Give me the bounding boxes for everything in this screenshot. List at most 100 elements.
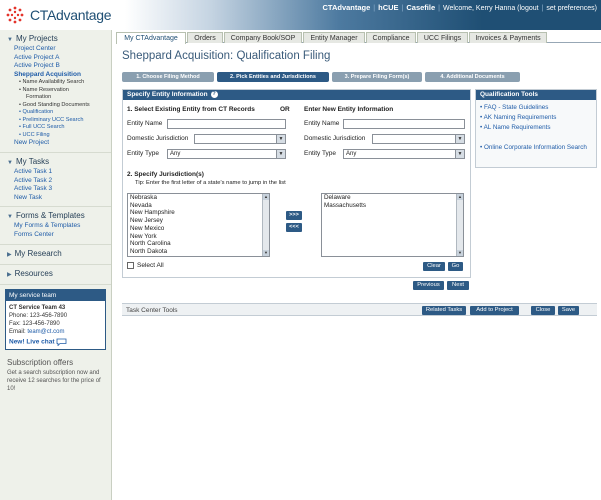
my-forms-link[interactable]: My Forms & Templates	[7, 222, 106, 231]
subitem-name-reservation[interactable]: • Name Reservation	[7, 87, 106, 95]
team-email-link[interactable]: team@ct.com	[27, 329, 64, 335]
projects-heading[interactable]: ▼ My Projects	[7, 34, 106, 43]
nav-ctadvantage[interactable]: CTAdvantage	[323, 3, 371, 12]
subitem-qualification[interactable]: • Qualification	[7, 109, 106, 117]
subitem-preliminary-ucc[interactable]: • Preliminary UCC Search	[7, 117, 106, 125]
chevron-down-icon[interactable]: ▼	[455, 135, 464, 143]
logout-link[interactable]: logout	[520, 5, 539, 12]
sidebar-project-center[interactable]: Project Center	[7, 45, 106, 54]
nav-casefile[interactable]: Casefile	[406, 3, 435, 12]
list-item[interactable]: New Hampshire	[128, 209, 269, 217]
select-all-label: Select All	[137, 262, 164, 269]
tab-entity-manager[interactable]: Entity Manager	[303, 32, 365, 43]
save-button[interactable]: Save	[558, 306, 579, 315]
new-jurisdiction-label: Domestic Jurisdiction	[304, 135, 366, 142]
panel-header: Specify Entity Information?	[123, 90, 470, 100]
previous-button[interactable]: Previous	[413, 281, 444, 290]
list-item[interactable]: Delaware	[322, 194, 463, 202]
forms-center-link[interactable]: Forms Center	[7, 231, 106, 240]
subitem-full-ucc[interactable]: • Full UCC Search	[7, 124, 106, 132]
selected-states-list[interactable]: Delaware Massachusetts ▲ ▼	[321, 193, 464, 257]
tools-title: Qualification Tools	[476, 90, 596, 100]
existing-name-label: Entity Name	[127, 120, 163, 127]
tab-ucc-filings[interactable]: UCC Filings	[417, 32, 468, 43]
collapse-arrow-icon[interactable]: ▼	[7, 214, 13, 220]
related-tasks-button[interactable]: Related Tasks	[422, 306, 466, 315]
chevron-down-icon[interactable]: ▼	[276, 135, 285, 143]
tool-link-ak[interactable]: • AK Naming Requirements	[480, 114, 556, 123]
add-states-button[interactable]: >>>	[286, 211, 302, 220]
page-title: Sheppard Acquisition: Qualification Fili…	[122, 50, 331, 62]
subitem-good-standing[interactable]: • Good Standing Documents	[7, 102, 106, 110]
expand-arrow-icon[interactable]: ▶	[7, 252, 12, 258]
existing-entity-name-input[interactable]	[167, 119, 286, 129]
new-task-link[interactable]: New Task	[7, 194, 106, 203]
team-email-row: Email: team@ct.com	[9, 328, 65, 335]
chevron-down-icon[interactable]: ▼	[455, 150, 464, 158]
remove-states-button[interactable]: <<<	[286, 223, 302, 232]
scroll-up-icon[interactable]: ▲	[263, 194, 269, 200]
tab-company-book[interactable]: Company Book/SOP	[224, 32, 302, 43]
new-project-link[interactable]: New Project	[7, 139, 106, 148]
scroll-up-icon[interactable]: ▲	[457, 194, 463, 200]
new-entity-name-input[interactable]	[343, 119, 465, 129]
service-team-body: CT Service Team 43 Phone: 123-456-7890 F…	[6, 301, 105, 350]
collapse-arrow-icon[interactable]: ▼	[7, 160, 13, 166]
list-item[interactable]: North Dakota	[128, 248, 269, 256]
scrollbar[interactable]: ▲ ▼	[456, 194, 463, 256]
step-1[interactable]: 1. Choose Filing Method	[122, 72, 214, 82]
existing-jurisdiction-select[interactable]: ▼	[194, 134, 286, 144]
list-item[interactable]: Nebraska	[128, 194, 269, 202]
help-icon[interactable]: ?	[210, 90, 218, 98]
list-item[interactable]: New Jersey	[128, 217, 269, 225]
sidebar-project-b[interactable]: Active Project B	[7, 62, 106, 71]
list-item[interactable]: New York	[128, 233, 269, 241]
scroll-down-icon[interactable]: ▼	[457, 250, 463, 256]
tab-compliance[interactable]: Compliance	[366, 32, 416, 43]
nav-hcue[interactable]: hCUE	[378, 3, 398, 12]
chevron-down-icon[interactable]: ▼	[276, 150, 285, 158]
live-chat-link[interactable]: New! Live chat	[9, 338, 55, 345]
next-button[interactable]: Next	[447, 281, 469, 290]
select-all-checkbox[interactable]	[127, 262, 134, 269]
list-item[interactable]: New Mexico	[128, 225, 269, 233]
step-4[interactable]: 4. Additional Documents	[425, 72, 520, 82]
sidebar-project-a[interactable]: Active Project A	[7, 54, 106, 63]
task-1-link[interactable]: Active Task 1	[7, 168, 106, 177]
tab-orders[interactable]: Orders	[187, 32, 223, 43]
step-2-active[interactable]: 2. Pick Entities and Jurisdictions	[217, 72, 329, 82]
task-3-link[interactable]: Active Task 3	[7, 185, 106, 194]
list-item[interactable]: Massachusetts	[322, 202, 463, 210]
research-heading[interactable]: ▶ My Research	[7, 249, 106, 258]
collapse-arrow-icon[interactable]: ▼	[7, 37, 13, 43]
tool-link-faq[interactable]: • FAQ - State Guidelines	[480, 104, 548, 113]
forms-heading[interactable]: ▼ Forms & Templates	[7, 211, 106, 220]
subitem-name-availability[interactable]: • Name Availability Search	[7, 79, 106, 87]
tasks-heading[interactable]: ▼ My Tasks	[7, 157, 106, 166]
sidebar-project-sheppard[interactable]: Sheppard Acquisition	[7, 71, 106, 80]
list-item[interactable]: Nevada	[128, 202, 269, 210]
resources-heading[interactable]: ▶ Resources	[7, 269, 106, 278]
scroll-down-icon[interactable]: ▼	[263, 250, 269, 256]
existing-type-select[interactable]: Any ▼	[167, 149, 286, 159]
new-type-select[interactable]: Any ▼	[343, 149, 465, 159]
expand-arrow-icon[interactable]: ▶	[7, 272, 12, 278]
preferences-link[interactable]: set preferences	[546, 5, 594, 12]
chat-bubble-icon[interactable]	[56, 338, 67, 346]
tool-link-online-search[interactable]: • Online Corporate Information Search	[480, 144, 594, 153]
subitem-ucc-filing[interactable]: • UCC Filing	[7, 132, 106, 140]
add-to-project-button[interactable]: Add to Project	[470, 306, 519, 315]
close-button[interactable]: Close	[531, 306, 555, 315]
available-states-list[interactable]: Nebraska Nevada New Hampshire New Jersey…	[127, 193, 270, 257]
subitem-formation[interactable]: Formation	[7, 94, 106, 102]
go-button[interactable]: Go	[448, 262, 463, 271]
step-3[interactable]: 3. Prepare Filing Form(s)	[332, 72, 422, 82]
tab-my-ctadvantage[interactable]: My CTAdvantage	[116, 32, 186, 44]
task-2-link[interactable]: Active Task 2	[7, 177, 106, 186]
tool-link-al[interactable]: • AL Name Requirements	[480, 124, 551, 133]
new-jurisdiction-select[interactable]: ▼	[372, 134, 465, 144]
scrollbar[interactable]: ▲ ▼	[262, 194, 269, 256]
list-item[interactable]: North Carolina	[128, 240, 269, 248]
tab-invoices-payments[interactable]: Invoices & Payments	[469, 32, 547, 43]
clear-button[interactable]: Clear	[423, 262, 445, 271]
